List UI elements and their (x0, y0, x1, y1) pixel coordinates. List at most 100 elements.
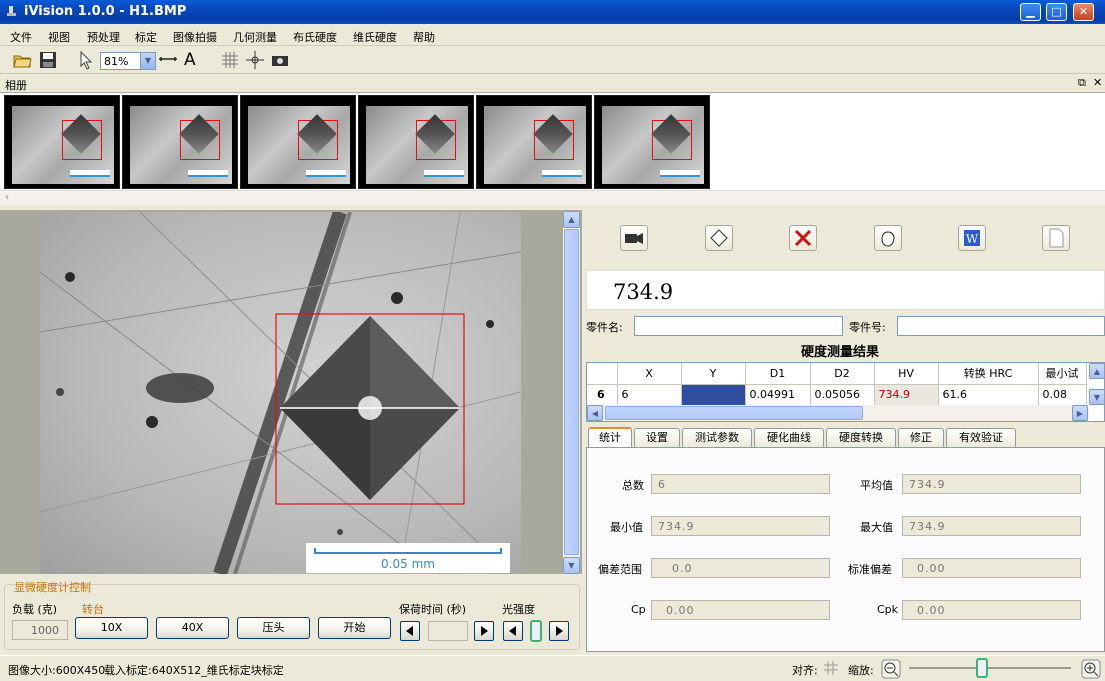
camera-icon[interactable] (270, 50, 290, 70)
menu-file[interactable]: 文件 (10, 29, 32, 45)
pointer-icon[interactable] (76, 50, 96, 70)
album-thumbnail[interactable] (358, 95, 474, 189)
total-label: 总数 (622, 479, 644, 492)
tab-hardness-conversion[interactable]: 硬度转换 (826, 428, 896, 447)
part-name-input[interactable] (634, 316, 843, 336)
scroll-left-icon[interactable]: ◀ (587, 405, 603, 421)
tab-correction[interactable]: 修正 (898, 428, 944, 447)
table-row[interactable]: 6 6 0.04991 0.05056 734.9 61.6 0.08 (587, 384, 1087, 406)
zoom-out-icon[interactable] (881, 659, 901, 679)
hold-decrease-button[interactable] (400, 621, 420, 641)
float-panel-icon[interactable]: ⧉ (1078, 76, 1086, 90)
zoom-slider-thumb[interactable] (976, 658, 988, 678)
tab-hardening-curve[interactable]: 硬化曲线 (754, 428, 824, 447)
col-header-d1[interactable]: D1 (745, 363, 811, 385)
control-title: 显微硬度计控制 (14, 581, 91, 594)
results-table: X Y D1 D2 HV 转换 HRC 最小试 6 6 0.04991 0.05… (586, 362, 1105, 422)
cell-min[interactable]: 0.08 (1038, 384, 1087, 406)
cp-field: 0.00 (651, 600, 830, 620)
cell-d2[interactable]: 0.05056 (810, 384, 875, 406)
menu-view[interactable]: 视图 (48, 29, 70, 45)
chevron-down-icon[interactable]: ▼ (140, 53, 155, 69)
scroll-right-icon[interactable]: ▶ (1072, 405, 1088, 421)
close-button[interactable]: ✕ (1073, 3, 1094, 21)
zoom-slider-track[interactable] (909, 667, 1071, 669)
indenter-button[interactable]: 压头 (237, 617, 310, 639)
zoom-in-icon[interactable] (1081, 659, 1101, 679)
cell-hrc[interactable]: 61.6 (938, 384, 1039, 406)
text-tool-icon[interactable]: A (184, 50, 204, 70)
cell-x[interactable]: 6 (617, 384, 682, 406)
tab-settings[interactable]: 设置 (634, 428, 680, 447)
load-label: 负载 (克) (12, 603, 58, 616)
menu-brinell[interactable]: 布氏硬度 (293, 29, 337, 45)
ruler-icon[interactable] (158, 50, 178, 70)
mean-label: 平均值 (860, 479, 893, 492)
menu-preprocess[interactable]: 预处理 (87, 29, 120, 45)
scroll-down-icon[interactable]: ▼ (563, 557, 580, 574)
minimize-button[interactable]: ▁ (1020, 3, 1041, 21)
album-thumbnail[interactable] (4, 95, 120, 189)
light-decrease-button[interactable] (503, 621, 523, 641)
toolbar: 81% ▼ A (0, 46, 1105, 74)
scroll-thumb[interactable] (564, 229, 579, 555)
album-thumbnail[interactable] (476, 95, 592, 189)
cp-label: Cp (631, 603, 646, 616)
col-header-d2[interactable]: D2 (810, 363, 875, 385)
album-thumbnail[interactable] (122, 95, 238, 189)
crosshair-icon[interactable] (245, 50, 265, 70)
menu-bar: 文件 视图 预处理 标定 图像拍摄 几何测量 布氏硬度 维氏硬度 帮助 (0, 24, 1105, 46)
album-thumbnail[interactable] (594, 95, 710, 189)
diamond-icon[interactable] (705, 225, 733, 251)
scroll-thumb[interactable] (605, 406, 863, 420)
align-grid-icon[interactable] (823, 660, 839, 676)
menu-geometry[interactable]: 几何测量 (233, 29, 277, 45)
cell-d1[interactable]: 0.04991 (745, 384, 811, 406)
tab-test-params[interactable]: 测试参数 (682, 428, 752, 447)
scroll-up-icon[interactable]: ▲ (563, 211, 580, 228)
col-header-hrc[interactable]: 转换 HRC (938, 363, 1039, 385)
part-no-input[interactable] (897, 316, 1105, 336)
menu-vickers[interactable]: 维氏硬度 (353, 29, 397, 45)
album-thumbnail[interactable] (240, 95, 356, 189)
hold-increase-button[interactable] (474, 621, 494, 641)
cell-hv[interactable]: 734.9 (874, 384, 939, 406)
scroll-down-icon[interactable]: ▼ (1089, 389, 1105, 405)
start-button[interactable]: 开始 (318, 617, 391, 639)
hardness-value: 734.9 (613, 280, 674, 304)
scroll-left-icon[interactable]: ‹ (5, 192, 9, 203)
album-scrollbar[interactable]: ‹ (0, 190, 1105, 205)
zoom-value: 81% (104, 55, 129, 68)
open-folder-icon[interactable] (12, 50, 32, 70)
col-header-hv[interactable]: HV (874, 363, 939, 385)
cell-y[interactable] (681, 384, 746, 406)
grid-icon[interactable] (220, 50, 240, 70)
table-hscrollbar[interactable]: ◀ ▶ (587, 405, 1089, 421)
light-slider-thumb[interactable] (530, 620, 542, 642)
zoom-select[interactable]: 81% ▼ (100, 52, 156, 70)
close-panel-icon[interactable]: ✕ (1093, 76, 1102, 89)
scroll-up-icon[interactable]: ▲ (1089, 363, 1105, 379)
video-camera-icon[interactable] (620, 225, 648, 251)
light-increase-button[interactable] (549, 621, 569, 641)
tab-validation[interactable]: 有效验证 (946, 428, 1016, 447)
row-index: 6 (587, 384, 618, 406)
delete-icon[interactable] (789, 225, 817, 251)
tab-bar: 统计 设置 测试参数 硬化曲线 硬度转换 修正 有效验证 (586, 427, 1105, 448)
objective-10x-button[interactable]: 10X (75, 617, 148, 639)
menu-capture[interactable]: 图像拍摄 (173, 29, 217, 45)
maximize-button[interactable]: □ (1046, 3, 1067, 21)
hand-icon[interactable] (874, 225, 902, 251)
col-header-x[interactable]: X (617, 363, 682, 385)
menu-calibrate[interactable]: 标定 (135, 29, 157, 45)
save-icon[interactable] (38, 50, 58, 70)
col-header-min[interactable]: 最小试 (1038, 363, 1087, 385)
menu-help[interactable]: 帮助 (413, 29, 435, 45)
new-document-icon[interactable] (1042, 225, 1070, 251)
col-header-y[interactable]: Y (681, 363, 746, 385)
viewer-vscrollbar[interactable]: ▲ ▼ (563, 211, 580, 574)
tab-statistics[interactable]: 统计 (588, 427, 632, 448)
word-export-icon[interactable]: W (958, 225, 986, 251)
specimen-image[interactable] (40, 212, 521, 574)
objective-40x-button[interactable]: 40X (156, 617, 229, 639)
